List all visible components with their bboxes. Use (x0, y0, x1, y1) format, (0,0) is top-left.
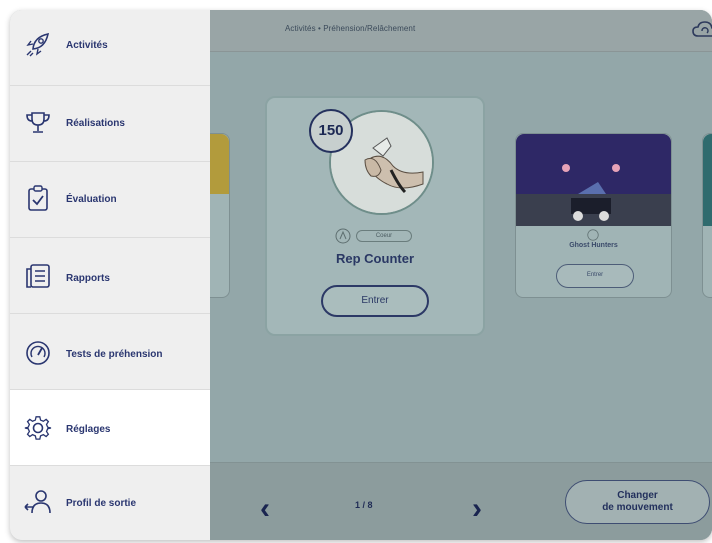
tag-label: Coeur (356, 230, 412, 242)
change-movement-label-line1: Changer (617, 490, 658, 501)
activity-card-ghost-hunters[interactable]: Ghost Hunters Entrer (515, 133, 672, 298)
body-part-icon (587, 229, 599, 241)
category-tag: Coeur (335, 228, 425, 244)
top-bar: Activités • Préhension/Relâchement (210, 10, 712, 52)
sidebar-item-activites[interactable]: Activités (10, 10, 210, 86)
sidebar-item-label: Évaluation (66, 194, 117, 205)
enter-button[interactable]: Entrer (556, 264, 634, 288)
gauge-icon (26, 341, 50, 365)
sidebar-item-reglages[interactable]: Réglages (10, 390, 210, 466)
sidebar-item-rapports[interactable]: Rapports (10, 238, 210, 314)
body-part-icon (335, 228, 351, 244)
activity-title: Ghost Hunters (569, 242, 618, 249)
trophy-icon (26, 112, 50, 133)
sidebar-item-evaluation[interactable]: Évaluation (10, 162, 210, 238)
sidebar-item-label: Profil de sortie (66, 498, 137, 509)
sidebar-item-realisations[interactable]: Réalisations (10, 86, 210, 162)
breadcrumb: Activités • Préhension/Relâchement (285, 24, 416, 33)
score-badge: 150 (309, 109, 353, 153)
sidebar-item-profil-de-sortie[interactable]: Profil de sortie (10, 466, 210, 540)
sidebar-item-label: Tests de préhension (66, 349, 163, 360)
change-movement-label-line2: de mouvement (602, 502, 673, 513)
activity-title: Rep Counter (336, 251, 414, 266)
chevron-left-icon[interactable]: ‹ (260, 494, 270, 524)
cloud-sync-icon[interactable] (692, 19, 712, 41)
page-indicator: 1 / 8 (355, 500, 373, 510)
report-icon (26, 264, 50, 288)
app-window: Activités • Préhension/Relâchement 150 C… (10, 10, 712, 540)
sidebar-item-label: Rapports (66, 273, 110, 284)
gear-icon (24, 416, 52, 440)
sidebar-item-label: Activités (66, 40, 108, 51)
sidebar-item-label: Réglages (66, 424, 111, 435)
activity-card-rep-counter[interactable]: 150 Coeur Rep Counter Entrer (265, 96, 485, 336)
logout-profile-icon (24, 490, 51, 514)
activity-thumbnail (516, 134, 671, 226)
sidebar-item-tests[interactable]: Tests de préhension (10, 314, 210, 390)
change-movement-button[interactable]: Changer de mouvement (565, 480, 710, 524)
main-content: Activités • Préhension/Relâchement 150 C… (200, 10, 712, 540)
clipboard-check-icon (28, 185, 48, 211)
chevron-right-icon[interactable]: › (472, 494, 482, 524)
activity-thumbnail (703, 134, 712, 226)
activity-card-right-partial[interactable] (702, 133, 712, 298)
sidebar-item-label: Réalisations (66, 118, 125, 129)
rocket-icon (26, 32, 50, 57)
enter-button[interactable]: Entrer (321, 285, 429, 317)
sidebar-menu: Activités Réalisations Évaluation Rappor… (10, 10, 210, 540)
